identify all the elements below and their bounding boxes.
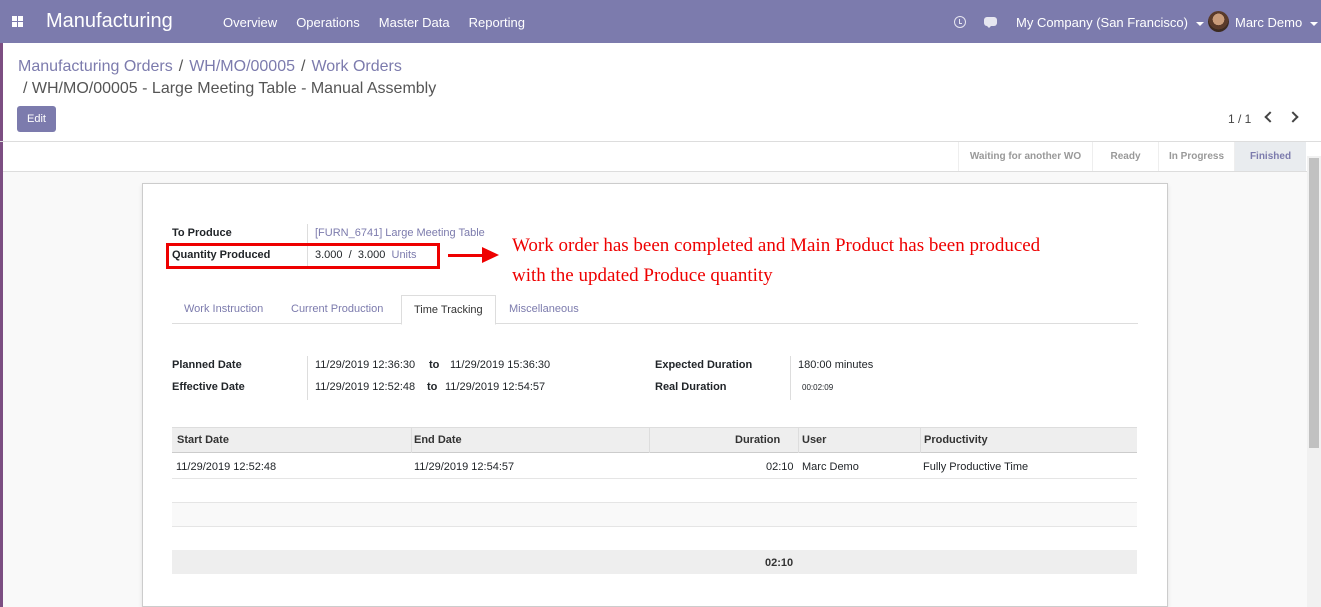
breadcrumb-mo[interactable]: WH/MO/00005 [189, 58, 295, 75]
col-start-date[interactable]: Start Date [177, 434, 229, 446]
annotation-line-1: Work order has been completed and Main P… [512, 235, 1041, 256]
breadcrumb-separator: / [301, 58, 306, 75]
apps-menu-icon[interactable] [12, 16, 23, 27]
column-divider [411, 428, 412, 453]
planned-to-label: to [429, 359, 440, 371]
row-start-date: 11/29/2019 12:52:48 [176, 461, 277, 473]
chevron-left-icon[interactable] [1264, 111, 1276, 123]
table-header: Start Date End Date Duration User Produc… [172, 427, 1137, 453]
column-divider [920, 428, 921, 453]
to-produce-value[interactable]: [FURN_6741] Large Meeting Table [315, 227, 485, 239]
main-menu: Overview Operations Master Data Reportin… [223, 15, 544, 30]
tab-miscellaneous[interactable]: Miscellaneous [497, 295, 591, 324]
planned-end: 11/29/2019 15:36:30 [450, 359, 551, 371]
annotation-line-2: with the updated Produce quantity [512, 265, 773, 286]
menu-operations[interactable]: Operations [296, 15, 360, 30]
activity-clock-icon[interactable] [954, 16, 966, 28]
scrollbar-thumb[interactable] [1309, 158, 1319, 448]
real-duration-value: 00:02:09 [802, 383, 834, 392]
table-footer [172, 550, 1137, 574]
effective-end: 11/29/2019 12:54:57 [445, 381, 546, 393]
breadcrumb-current: / WH/MO/00005 - Large Meeting Table - Ma… [23, 80, 437, 97]
column-divider [798, 428, 799, 453]
menu-overview[interactable]: Overview [223, 15, 277, 30]
breadcrumb: Manufacturing Orders / WH/MO/00005 / Work Or… [18, 55, 402, 79]
top-navbar: Manufacturing Overview Operations Master… [0, 0, 1321, 43]
real-duration-label: Real Duration [655, 381, 727, 393]
row-productivity: Fully Productive Time [923, 461, 1029, 473]
company-name: My Company (San Francisco) [1016, 15, 1188, 30]
menu-reporting[interactable]: Reporting [469, 15, 525, 30]
row-user: Marc Demo [802, 461, 859, 473]
annotation-text: Work order has been completed and Main P… [512, 231, 1040, 291]
breadcrumb-manufacturing-orders[interactable]: Manufacturing Orders [18, 58, 173, 75]
annotation-arrow-head [482, 247, 499, 263]
total-duration: 02:10 [765, 557, 794, 569]
user-name: Marc Demo [1235, 15, 1303, 30]
caret-down-icon [1310, 21, 1319, 26]
field-separator [790, 356, 791, 400]
app-title[interactable]: Manufacturing [46, 10, 173, 33]
column-divider [649, 428, 650, 453]
expected-duration-value: 180:00 minutes [798, 359, 874, 371]
col-duration[interactable]: Duration [735, 434, 780, 446]
annotation-highlight-box [166, 243, 440, 269]
row-end-date: 11/29/2019 12:54:57 [414, 461, 515, 473]
effective-start: 11/29/2019 12:52:48 [315, 381, 416, 393]
effective-date-label: Effective Date [172, 381, 245, 393]
field-separator [307, 356, 308, 400]
row-divider [172, 478, 1137, 479]
pager-value[interactable]: 1 / 1 [1228, 112, 1251, 126]
company-switcher[interactable]: My Company (San Francisco) [1016, 15, 1204, 30]
breadcrumb-separator: / [178, 58, 184, 75]
caret-down-icon [1195, 21, 1204, 26]
tab-time-tracking[interactable]: Time Tracking [401, 295, 496, 325]
menu-master-data[interactable]: Master Data [379, 15, 450, 30]
stage-finished[interactable]: Finished [1234, 142, 1306, 171]
breadcrumb-work-orders[interactable]: Work Orders [311, 58, 401, 75]
messaging-icon[interactable] [984, 17, 997, 28]
stage-waiting[interactable]: Waiting for another WO [958, 142, 1092, 171]
notebook-tabs: Work Instruction Current Production Time… [172, 295, 1138, 325]
row-duration: 02:10 [766, 461, 794, 473]
to-produce-label: To Produce [172, 227, 232, 239]
user-menu[interactable]: Marc Demo [1235, 15, 1319, 30]
planned-start: 11/29/2019 12:36:30 [315, 359, 416, 371]
col-productivity[interactable]: Productivity [924, 434, 988, 446]
col-user[interactable]: User [802, 434, 826, 446]
expected-duration-label: Expected Duration [655, 359, 753, 371]
effective-to-label: to [427, 381, 438, 393]
chevron-right-icon[interactable] [1287, 111, 1299, 123]
col-end-date[interactable]: End Date [414, 434, 462, 446]
edit-button[interactable]: Edit [17, 106, 56, 132]
tab-work-instruction[interactable]: Work Instruction [172, 295, 275, 324]
planned-date-label: Planned Date [172, 359, 242, 371]
empty-row [172, 502, 1137, 527]
annotation-arrow [448, 254, 484, 257]
tab-current-production[interactable]: Current Production [279, 295, 395, 324]
stage-ready[interactable]: Ready [1092, 142, 1158, 171]
user-avatar[interactable] [1208, 11, 1229, 32]
stage-in-progress[interactable]: In Progress [1158, 142, 1234, 171]
